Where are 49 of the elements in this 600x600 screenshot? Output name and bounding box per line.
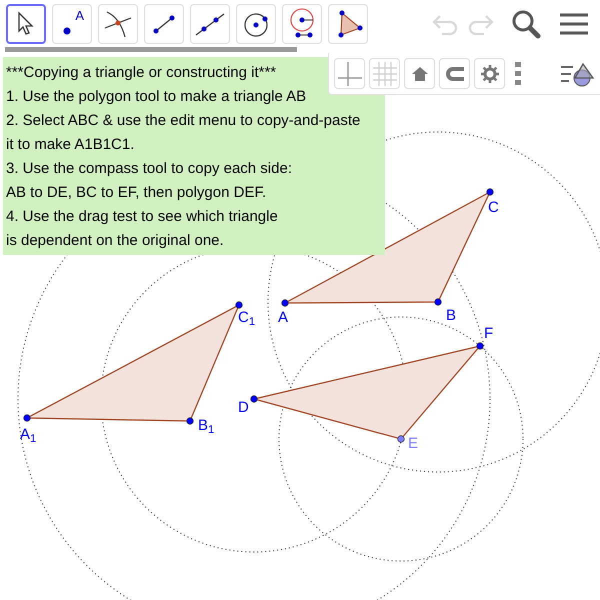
line-tool-button[interactable] (190, 4, 230, 44)
settings-button[interactable] (474, 58, 505, 89)
magnet-icon (444, 64, 466, 82)
point[interactable] (186, 417, 194, 425)
instruction-line: AB to DE, BC to EF, then polygon DEF. (6, 183, 266, 203)
magnet-button[interactable] (439, 58, 470, 89)
point-label: C$_{1}$ (238, 310, 256, 325)
point-label: A (278, 310, 288, 325)
search-icon[interactable] (510, 8, 542, 40)
point-label: C (488, 200, 499, 215)
settings-icon (480, 64, 498, 82)
point[interactable] (23, 414, 31, 422)
home-button[interactable] (404, 58, 435, 89)
point[interactable] (476, 342, 484, 350)
point[interactable] (250, 395, 258, 403)
axes-toggle-button[interactable] (334, 58, 365, 89)
algebra-view-icon[interactable] (561, 60, 595, 86)
point-label: A (75, 9, 84, 22)
point-label: A$_{1}$ (20, 427, 36, 442)
point[interactable] (397, 435, 405, 443)
point-label: B (446, 308, 456, 323)
segment-tool-button[interactable] (144, 4, 184, 44)
toolbar-scrollbar[interactable] (5, 47, 297, 52)
instruction-line: ***Copying a triangle or constructing it*** (6, 63, 276, 83)
point-label: E (408, 436, 418, 451)
point[interactable] (434, 298, 442, 306)
point[interactable] (486, 188, 494, 196)
more-options-icon[interactable] (515, 62, 521, 86)
instruction-line: it to make A1B1C1. (6, 135, 134, 155)
instruction-line: 4. Use the drag test to see which triangle (6, 207, 278, 227)
instruction-line: is dependent on the original one. (6, 231, 224, 251)
point-label: B$_{1}$ (198, 418, 214, 433)
point-label: D (238, 400, 249, 415)
instruction-line: 2. Select ABC & use the edit menu to copy-and-paste (6, 111, 360, 131)
grid-toggle-button[interactable] (369, 58, 400, 89)
point-icon (63, 27, 71, 35)
move-tool-button[interactable] (6, 4, 46, 44)
intersect-tool-button[interactable] (98, 4, 138, 44)
instruction-line: 3. Use the compass tool to copy each side: (6, 159, 292, 179)
point-label: F (484, 326, 494, 341)
point[interactable] (235, 301, 243, 309)
point[interactable] (281, 299, 289, 307)
circle-tool-button[interactable] (236, 4, 276, 44)
point-tool-button[interactable]: A (52, 4, 92, 44)
home-icon (410, 66, 428, 82)
menu-icon[interactable] (560, 12, 588, 36)
compass-tool-button[interactable] (282, 4, 322, 44)
instruction-line: 1. Use the polygon tool to make a triangle AB (6, 87, 306, 107)
polygon-tool-button[interactable] (328, 4, 368, 44)
